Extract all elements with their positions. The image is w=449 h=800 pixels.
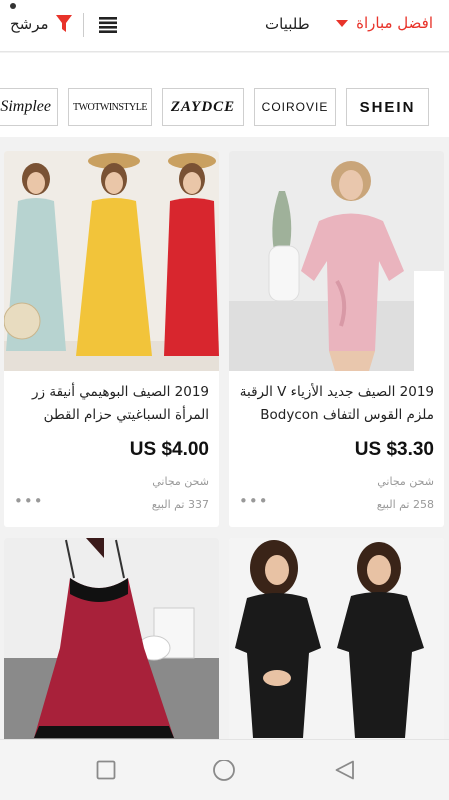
product-image	[4, 151, 219, 371]
product-card[interactable]	[229, 538, 444, 748]
funnel-icon	[55, 15, 72, 32]
sold-count: 337 تم البيع	[151, 498, 209, 511]
product-image	[229, 151, 444, 371]
caret-down-icon	[336, 19, 349, 27]
circle-icon[interactable]	[212, 760, 236, 784]
filter-label: مرشح	[10, 15, 49, 33]
product-card[interactable]	[4, 538, 219, 748]
square-icon[interactable]	[96, 760, 116, 780]
top-bar: مرشح طلبيات افضل مباراة	[0, 0, 449, 52]
product-price: US $4.00	[129, 439, 209, 460]
product-card[interactable]: 2019 الصيف البوهيمي أنيقة زر المرأة السب…	[4, 151, 219, 527]
sort-dropdown[interactable]: افضل مباراة	[336, 14, 433, 32]
brand-simplee[interactable]: Simplee	[0, 88, 58, 126]
status-dot	[10, 3, 16, 9]
filter-button[interactable]: مرشح	[10, 14, 73, 34]
more-options-icon[interactable]: •••	[14, 492, 44, 510]
brand-twotwinstyle[interactable]: TWOTWINSTYLE	[68, 88, 152, 126]
brand-zaydce[interactable]: ZAYDCE	[162, 88, 244, 126]
product-image	[4, 538, 219, 748]
product-title: 2019 الصيف البوهيمي أنيقة زر المرأة السب…	[32, 384, 209, 423]
brand-shein[interactable]: SHEIN	[346, 88, 429, 126]
product-card[interactable]: 2019 الصيف جديد الأزياء V الرقبة ملزم ال…	[229, 151, 444, 527]
divider	[83, 13, 84, 37]
list-view-icon[interactable]	[99, 17, 117, 33]
sort-label: افضل مباراة	[356, 14, 433, 32]
brand-strip: SHEIN COIROVIE ZAYDCE TWOTWINSTYLE Simpl…	[0, 53, 449, 137]
shipping-label: شحن مجاني	[377, 475, 434, 488]
more-options-icon[interactable]: •••	[239, 492, 269, 510]
triangle-back-icon[interactable]	[334, 760, 356, 782]
brand-coirovie[interactable]: COIROVIE	[254, 88, 336, 126]
product-title: 2019 الصيف جديد الأزياء V الرقبة ملزم ال…	[239, 384, 434, 423]
orders-sort-option[interactable]: طلبيات	[265, 15, 310, 33]
product-image	[229, 538, 444, 748]
sold-count: 258 تم البيع	[376, 498, 434, 511]
system-nav-bar	[0, 739, 449, 800]
product-price: US $3.30	[354, 439, 434, 460]
shipping-label: شحن مجاني	[152, 475, 209, 488]
